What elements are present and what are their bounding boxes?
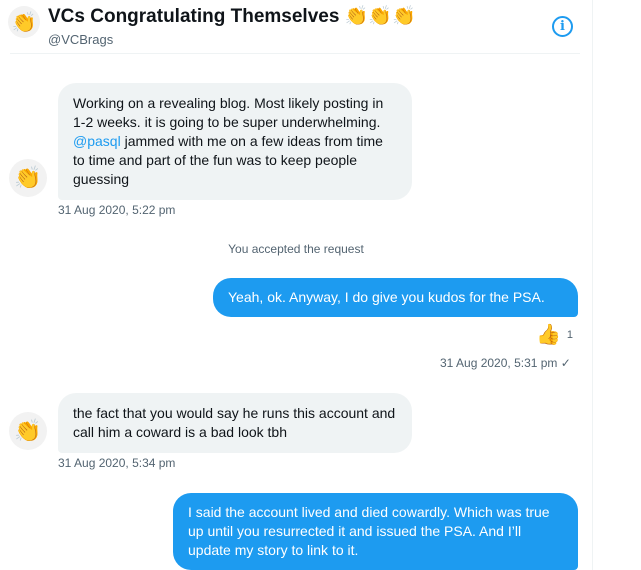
message-bubble-incoming[interactable]: Working on a revealing blog. Most likely… bbox=[58, 83, 412, 200]
conversation-title-text: VCs Congratulating Themselves bbox=[48, 6, 340, 27]
message-timestamp: 31 Aug 2020, 5:31 pm ✓ bbox=[440, 356, 571, 370]
message-bubble-incoming[interactable]: the fact that you would say he runs this… bbox=[58, 393, 412, 453]
message-text: Yeah, ok. Anyway, I do give you kudos fo… bbox=[228, 289, 545, 305]
clapping-hands-icon: 👏👏👏 bbox=[344, 6, 416, 27]
message-text: I said the account lived and died coward… bbox=[188, 504, 550, 558]
message-text: the fact that you would say he runs this… bbox=[73, 405, 396, 440]
thumbs-up-icon: 👍 bbox=[536, 324, 561, 346]
mention-link[interactable]: @pasql bbox=[73, 133, 121, 149]
avatar[interactable]: 👏 bbox=[8, 6, 40, 38]
message-timestamp: 31 Aug 2020, 5:34 pm bbox=[58, 456, 176, 470]
clapping-hands-avatar-icon: 👏 bbox=[14, 165, 42, 190]
conversation-title[interactable]: VCs Congratulating Themselves 👏👏👏 bbox=[48, 4, 416, 28]
info-icon[interactable]: i bbox=[552, 16, 573, 37]
avatar[interactable]: 👏 bbox=[9, 159, 47, 197]
header-divider bbox=[10, 53, 580, 54]
panel-border bbox=[592, 0, 593, 570]
clapping-hands-avatar-icon: 👏 bbox=[14, 418, 42, 443]
message-bubble-outgoing[interactable]: Yeah, ok. Anyway, I do give you kudos fo… bbox=[213, 278, 578, 317]
dm-conversation: 👏 VCs Congratulating Themselves 👏👏👏 @VCB… bbox=[0, 0, 641, 570]
avatar[interactable]: 👏 bbox=[9, 412, 47, 450]
clapping-hands-avatar-icon: 👏 bbox=[11, 11, 37, 34]
conversation-handle: @VCBrags bbox=[48, 32, 114, 47]
reaction[interactable]: 👍 1 bbox=[536, 322, 573, 347]
conversation-header: 👏 VCs Congratulating Themselves 👏👏👏 @VCB… bbox=[0, 0, 592, 60]
message-text: Working on a revealing blog. Most likely… bbox=[73, 95, 384, 130]
message-timestamp-text: 31 Aug 2020, 5:31 pm bbox=[440, 356, 558, 370]
reaction-count: 1 bbox=[566, 328, 574, 341]
read-receipt-icon: ✓ bbox=[560, 356, 571, 370]
system-message: You accepted the request bbox=[228, 242, 364, 256]
message-bubble-outgoing[interactable]: I said the account lived and died coward… bbox=[173, 493, 578, 570]
message-timestamp: 31 Aug 2020, 5:22 pm bbox=[58, 203, 176, 217]
